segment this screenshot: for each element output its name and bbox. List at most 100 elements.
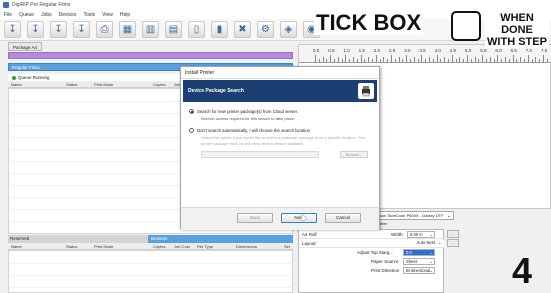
back-button[interactable]: Back — [237, 213, 273, 223]
layout-icon: ▦ — [122, 23, 133, 35]
ruler-tick — [546, 59, 548, 62]
install-printer-dialog: Install Printer Device Package Search Se… — [180, 66, 380, 230]
more-options-button[interactable]: ... — [447, 230, 459, 238]
ruler-label: 3.5 — [419, 48, 426, 53]
ruler-tick — [345, 55, 347, 62]
page-button[interactable]: ▯ — [188, 21, 205, 38]
col-print-mode[interactable]: Print Mode — [94, 244, 113, 249]
tick-box-note: WHEN DONE WITH STEP — [485, 12, 549, 48]
ruler-tick — [520, 57, 522, 62]
print-direction-field[interactable]: Bi-directional ⌄ — [403, 267, 435, 274]
job-add-button[interactable]: ↧ — [4, 21, 21, 38]
job-add-button[interactable]: ↧ — [73, 21, 90, 38]
cancel-button[interactable]: Cancel — [325, 213, 361, 223]
col-copies[interactable]: Copies — [153, 244, 165, 249]
col-copies[interactable]: Copies — [153, 82, 165, 87]
menu-tools[interactable]: Tools — [83, 12, 95, 18]
layout-button[interactable]: ▥ — [142, 21, 159, 38]
ruler-label: 6.0 — [495, 48, 502, 53]
col-status[interactable]: Status — [66, 244, 77, 249]
col-name[interactable]: Name — [11, 82, 22, 87]
radio-cloud-search[interactable] — [189, 109, 194, 114]
ruler-tick — [318, 59, 320, 62]
page-button[interactable]: ▮ — [211, 21, 228, 38]
col-name[interactable]: Name — [11, 244, 22, 249]
menu-file[interactable]: File — [4, 12, 12, 18]
col-job-cost[interactable]: Job Cost — [174, 244, 190, 249]
top-margin-label: Adjust Top Marg... — [357, 250, 394, 255]
ruler-label: 2.0 — [373, 48, 381, 53]
ruler-tick — [417, 59, 419, 62]
menu-help[interactable]: Help — [120, 12, 130, 18]
col-status[interactable]: Status — [66, 82, 77, 87]
tab-package-a4[interactable]: Package A4 — [8, 42, 43, 51]
job-add-button[interactable]: ↧ — [50, 21, 67, 38]
option-cloud-label[interactable]: Search for new printer package(s) from C… — [197, 109, 298, 114]
col-print-mode[interactable]: Print Mode — [94, 82, 113, 87]
ruler-tick — [489, 57, 491, 62]
menu-queue[interactable]: Queue — [19, 12, 34, 18]
menu-devices[interactable]: Devices — [59, 12, 77, 18]
layout-button[interactable]: ▤ — [165, 21, 182, 38]
prop-print-direction-row: Print Direction Bi-directional ⌄ — [299, 266, 445, 275]
top-margin-field[interactable]: 0.0 ⌄ — [403, 249, 435, 256]
app-logo-icon — [3, 2, 9, 8]
job-properties: A4 Roll Width: 8.00 in ⌄ Layout: Auto Nes… — [298, 229, 445, 293]
tab-reserved[interactable]: Reserved — [8, 235, 148, 243]
ruler-tick — [391, 55, 392, 62]
table-row — [9, 263, 292, 264]
ruler-tick — [444, 57, 446, 62]
tick-box-title: TICK BOX — [314, 10, 424, 35]
ruler-tick — [516, 59, 518, 62]
package-queue-bar[interactable] — [8, 52, 293, 59]
settings-button[interactable]: ⚙ — [257, 21, 274, 38]
prop-layout-row: Layout: Auto Nest ⌄ — [299, 239, 445, 248]
tab-regular-films: Regular Films — [12, 65, 40, 70]
layout-value: Auto Nest — [403, 240, 435, 247]
tab-browser[interactable]: Browser — [148, 235, 293, 243]
top-margin-value: 0.0 — [406, 250, 412, 255]
page-icon: ▮ — [216, 23, 223, 35]
menu-jobs[interactable]: Jobs — [41, 12, 52, 18]
menu-view[interactable]: View — [102, 12, 113, 18]
color-button[interactable]: ◈ — [280, 21, 297, 38]
ruler-tick — [486, 59, 487, 62]
browse-button[interactable]: Browse... — [340, 151, 368, 158]
ruler-label: 6.5 — [510, 48, 517, 53]
col-file-type[interactable]: File Type — [197, 244, 213, 249]
delete-button[interactable]: ✖ — [234, 21, 251, 38]
dialog-header: Device Package Search — [183, 80, 377, 102]
lower-table[interactable] — [8, 250, 293, 293]
tab-package-a4-label — [8, 53, 16, 62]
option-cloud-note: Internet access required for this search… — [201, 116, 294, 121]
job-add-button[interactable]: ↧ — [27, 21, 44, 38]
printer-select[interactable]: Epson SureColor P600X - Galaxy DTF Start… — [372, 211, 454, 226]
radio-manual-search[interactable] — [189, 128, 194, 133]
color-icon: ◈ — [284, 23, 293, 35]
ruler-tick — [402, 59, 404, 62]
ruler-label: 4.0 — [434, 48, 441, 53]
tick-checkbox[interactable] — [451, 11, 481, 41]
col-dimensions[interactable]: Dimensions — [236, 244, 257, 249]
paper-source-field[interactable]: Sheet ⌄ — [403, 258, 435, 265]
col-sel[interactable]: Sel — [284, 244, 290, 249]
package-path-input[interactable] — [201, 151, 319, 158]
roll-label: A4 Roll — [302, 232, 317, 237]
ruler-label: 3.0 — [404, 48, 411, 53]
ruler-tick — [470, 59, 472, 62]
ruler-label: 1.5 — [358, 48, 365, 53]
printer-button[interactable]: ⎙ — [96, 21, 113, 38]
ruler-label: 5.0 — [465, 48, 472, 53]
ruler-tick — [451, 55, 453, 62]
printer-icon: ⎙ — [100, 23, 109, 35]
ruler-tick — [425, 59, 427, 62]
ruler-label: 4.5 — [449, 48, 457, 53]
ruler-tick — [436, 55, 438, 62]
ruler-tick — [459, 57, 461, 62]
layout-button[interactable]: ▦ — [119, 21, 136, 38]
width-field[interactable]: 8.00 in ⌄ — [407, 231, 435, 238]
more-options-button[interactable]: ... — [447, 239, 459, 247]
option-manual-label[interactable]: Don't search automatically, I will choos… — [197, 128, 310, 133]
chevron-down-icon[interactable]: ⌄ — [436, 240, 444, 247]
ruler-tick — [512, 55, 514, 62]
